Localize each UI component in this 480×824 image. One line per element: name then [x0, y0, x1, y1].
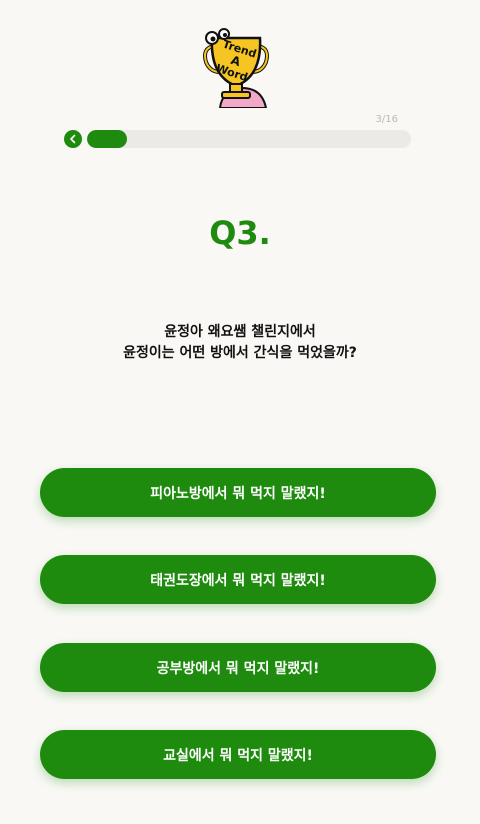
trend-a-word-logo: Trend A Word — [200, 28, 272, 109]
question-line-2: 윤정이는 어떤 방에서 간식을 먹었을까? — [123, 345, 357, 361]
answer-button-2[interactable]: 태권도장에서 뭐 먹지 말랬지! — [40, 555, 436, 604]
question-number: Q3. — [209, 214, 271, 252]
answer-button-1[interactable]: 피아노방에서 뭐 먹지 말랬지! — [40, 468, 436, 517]
progress-count: 3/16 — [375, 114, 398, 125]
back-button[interactable] — [64, 130, 82, 148]
chevron-left-icon — [70, 134, 76, 144]
answer-button-3[interactable]: 공부방에서 뭐 먹지 말랬지! — [40, 643, 436, 692]
question-text: 윤정아 왜요쌤 챌린지에서 윤정이는 어떤 방에서 간식을 먹었을까? — [0, 322, 480, 364]
progress-fill — [87, 130, 128, 148]
progress-bar — [87, 130, 411, 148]
question-line-1: 윤정아 왜요쌤 챌린지에서 — [164, 324, 316, 340]
answer-button-4[interactable]: 교실에서 뭐 먹지 말랬지! — [40, 730, 436, 779]
